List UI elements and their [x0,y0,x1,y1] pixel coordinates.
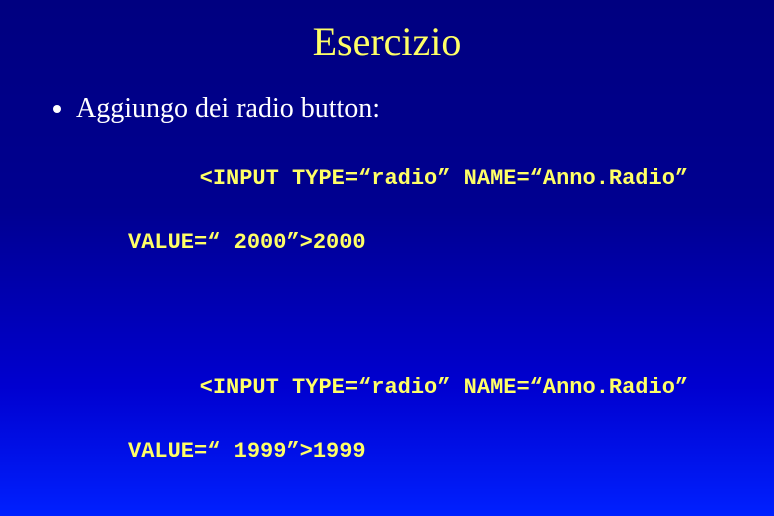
bullet-text: Aggiungo dei radio button: [76,93,380,124]
slide-title: Esercizio [40,18,734,65]
code-block: <INPUT TYPE=“radio” NAME=“Anno.Radio” VA… [94,131,734,322]
bullet-list: Aggiungo dei radio button: <INPUT TYPE=“… [40,93,734,516]
code-line: <INPUT TYPE=“radio” NAME=“Anno.Radio” [200,166,688,191]
slide: Esercizio Aggiungo dei radio button: <IN… [0,0,774,516]
code-block: <INPUT TYPE=“radio” NAME=“Anno.Radio” VA… [94,340,734,516]
code-line: VALUE=“ 1999”>1999 [128,436,734,468]
bullet-item: Aggiungo dei radio button: <INPUT TYPE=“… [76,93,734,516]
code-line: <INPUT TYPE=“radio” NAME=“Anno.Radio” [200,375,688,400]
code-line: VALUE=“ 2000”>2000 [128,227,734,259]
